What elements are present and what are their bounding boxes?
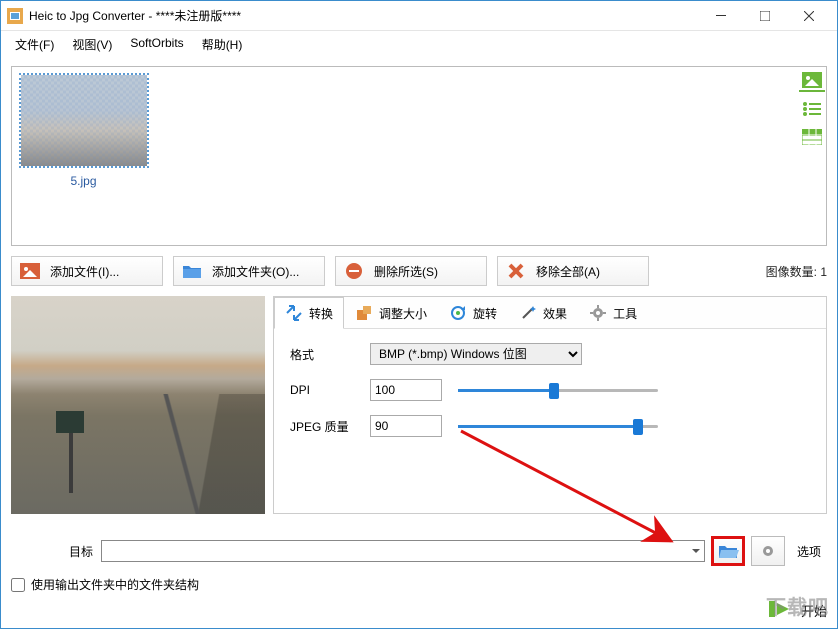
view-grid-button[interactable]: [799, 126, 825, 148]
add-file-button[interactable]: 添加文件(I)...: [11, 256, 163, 286]
thumbnail-image[interactable]: [19, 73, 149, 168]
image-add-icon: [20, 262, 40, 280]
x-icon: [506, 262, 526, 280]
folder-open-icon: [717, 542, 739, 560]
jpeg-quality-input[interactable]: [370, 415, 442, 437]
format-select[interactable]: BMP (*.bmp) Windows 位图: [370, 343, 582, 365]
format-label: 格式: [290, 346, 362, 363]
view-list-button[interactable]: [799, 98, 825, 120]
tab-convert-label: 转换: [309, 305, 333, 322]
preserve-folders-label: 使用输出文件夹中的文件夹结构: [31, 576, 199, 593]
close-icon: [804, 11, 814, 21]
menu-help[interactable]: 帮助(H): [194, 34, 251, 55]
add-file-label: 添加文件(I)...: [50, 263, 119, 280]
thumbnail-area[interactable]: 5.jpg: [11, 66, 827, 246]
preview-image: [11, 296, 265, 514]
remove-all-button[interactable]: 移除全部(A): [497, 256, 649, 286]
folder-icon: [182, 262, 202, 280]
menu-softorbits[interactable]: SoftOrbits: [122, 34, 191, 55]
window-title: Heic to Jpg Converter - ****未注册版****: [29, 7, 699, 24]
destination-label: 目标: [11, 543, 95, 560]
minimize-icon: [716, 11, 726, 21]
remove-selected-button[interactable]: 删除所选(S): [335, 256, 487, 286]
menu-view[interactable]: 视图(V): [64, 34, 120, 55]
rotate-icon: [449, 304, 467, 322]
add-folder-button[interactable]: 添加文件夹(O)...: [173, 256, 325, 286]
dpi-input[interactable]: [370, 379, 442, 401]
start-button[interactable]: 开始: [801, 601, 827, 620]
jpeg-quality-slider[interactable]: [458, 417, 658, 435]
view-thumbnails-button[interactable]: [799, 70, 825, 92]
maximize-button[interactable]: [743, 2, 787, 30]
remove-selected-label: 删除所选(S): [374, 263, 438, 280]
browse-button[interactable]: [711, 536, 745, 566]
menu-file[interactable]: 文件(F): [7, 34, 62, 55]
remove-all-label: 移除全部(A): [536, 263, 600, 280]
jpeg-quality-label: JPEG 质量: [290, 418, 362, 435]
tab-tools-label: 工具: [613, 305, 637, 322]
tab-resize[interactable]: 调整大小: [344, 297, 438, 329]
view-switcher: [799, 66, 829, 148]
grid-icon: [802, 129, 822, 145]
app-icon: [7, 8, 23, 24]
list-icon: [802, 101, 822, 117]
menu-bar: 文件(F) 视图(V) SoftOrbits 帮助(H): [1, 31, 837, 60]
tab-rotate[interactable]: 旋转: [438, 297, 508, 329]
tab-rotate-label: 旋转: [473, 305, 497, 322]
thumbnail-filename: 5.jpg: [16, 174, 151, 188]
play-icon: [767, 599, 793, 621]
image-count: 图像数量: 1: [766, 263, 827, 280]
minus-icon: [344, 262, 364, 280]
tab-strip: 转换 调整大小 旋转 效果 工具: [274, 297, 826, 329]
title-bar: Heic to Jpg Converter - ****未注册版****: [1, 1, 837, 31]
tab-tools[interactable]: 工具: [578, 297, 648, 329]
image-icon: [802, 72, 822, 88]
options-label[interactable]: 选项: [791, 543, 827, 560]
close-button[interactable]: [787, 2, 831, 30]
maximize-icon: [760, 11, 770, 21]
dpi-label: DPI: [290, 383, 362, 397]
dpi-slider[interactable]: [458, 381, 658, 399]
tab-effects-label: 效果: [543, 305, 567, 322]
thumbnail-tile[interactable]: 5.jpg: [16, 71, 151, 241]
add-folder-label: 添加文件夹(O)...: [212, 263, 299, 280]
resize-icon: [355, 304, 373, 322]
tab-effects[interactable]: 效果: [508, 297, 578, 329]
minimize-button[interactable]: [699, 2, 743, 30]
destination-combo[interactable]: [101, 540, 705, 562]
wand-icon: [519, 304, 537, 322]
options-gear-button[interactable]: [751, 536, 785, 566]
preserve-folders-checkbox[interactable]: [11, 578, 25, 592]
action-toolbar: 添加文件(I)... 添加文件夹(O)... 删除所选(S) 移除全部(A) 图…: [11, 256, 827, 286]
tab-resize-label: 调整大小: [379, 305, 427, 322]
gear-icon: [759, 542, 777, 560]
gear-icon: [589, 304, 607, 322]
tab-convert[interactable]: 转换: [274, 297, 344, 329]
arrows-icon: [285, 304, 303, 322]
settings-panel: 转换 调整大小 旋转 效果 工具: [273, 296, 827, 514]
